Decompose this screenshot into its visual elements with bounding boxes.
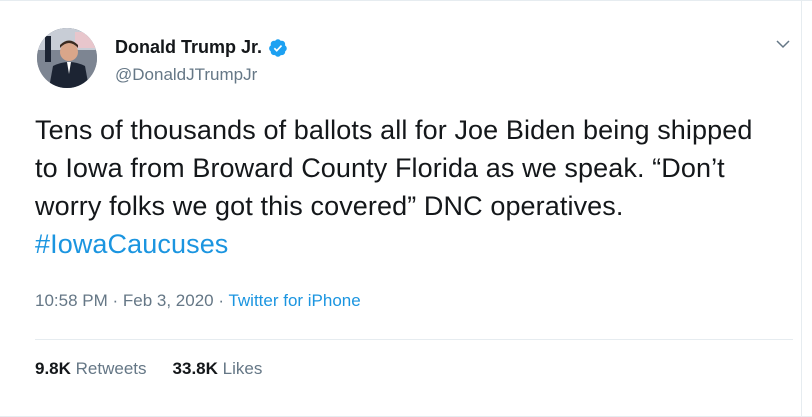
display-name-text[interactable]: Donald Trump Jr. [115, 37, 262, 58]
tweet-date[interactable]: Feb 3, 2020 [123, 291, 214, 310]
handle[interactable]: @DonaldJTrumpJr [115, 65, 257, 85]
tweet-body: Tens of thousands of ballots all for Joe… [35, 115, 753, 221]
divider [35, 339, 793, 340]
tweet-card: Donald Trump Jr. @DonaldJTrumpJr Tens of… [0, 0, 812, 417]
hashtag-link[interactable]: #IowaCaucuses [35, 229, 228, 259]
retweets-count: 9.8K [35, 359, 71, 378]
tweet-stats: 9.8K Retweets 33.8K Likes [35, 359, 262, 379]
meta-separator: · [213, 291, 229, 310]
tweet-source-link[interactable]: Twitter for iPhone [228, 291, 360, 310]
tweet-time[interactable]: 10:58 PM [35, 291, 108, 310]
avatar[interactable] [37, 28, 97, 88]
tweet-metadata: 10:58 PM · Feb 3, 2020 · Twitter for iPh… [35, 291, 361, 311]
meta-separator: · [107, 291, 123, 310]
tweet-text: Tens of thousands of ballots all for Joe… [35, 111, 775, 263]
likes-count: 33.8K [172, 359, 218, 378]
chevron-down-icon[interactable] [774, 35, 792, 53]
likes-stat[interactable]: 33.8K Likes [173, 359, 263, 379]
card-edge [801, 1, 802, 416]
retweets-stat[interactable]: 9.8K Retweets [35, 359, 147, 379]
likes-label: Likes [222, 359, 263, 378]
verified-badge-icon [269, 38, 287, 57]
retweets-label: Retweets [75, 359, 147, 378]
display-name[interactable]: Donald Trump Jr. [115, 37, 288, 58]
